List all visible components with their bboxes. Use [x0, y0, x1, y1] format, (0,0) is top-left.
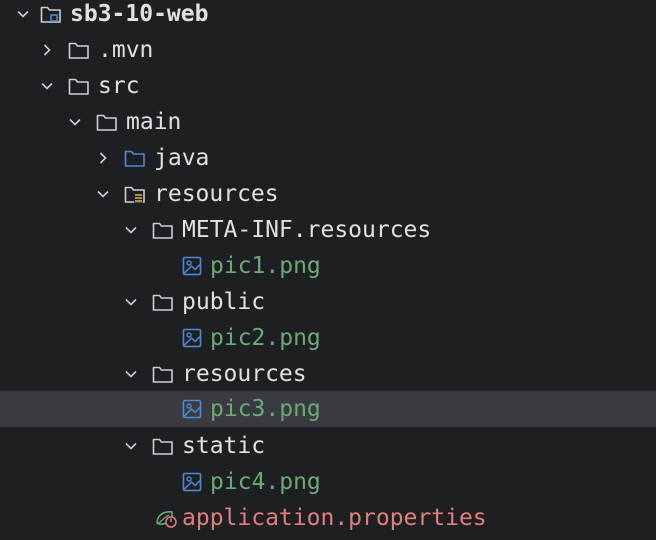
folder-icon — [96, 104, 118, 140]
tree-item-label: pic3.png — [210, 396, 321, 422]
chevron-down-icon[interactable] — [124, 212, 138, 248]
tree-item-pic2[interactable]: pic2.png — [0, 320, 656, 356]
tree-item-label: java — [154, 145, 210, 171]
tree-item-label: pic2.png — [210, 325, 321, 351]
tree-item-label: .mvn — [98, 37, 154, 63]
tree-item-label: src — [98, 73, 140, 99]
folder-icon — [68, 68, 90, 104]
tree-item-pic1[interactable]: pic1.png — [0, 248, 656, 284]
source-folder-icon — [124, 140, 146, 176]
tree-item-pic3[interactable]: pic3.png — [0, 391, 656, 427]
image-file-icon — [182, 391, 202, 427]
folder-icon — [152, 212, 174, 248]
chevron-right-icon[interactable] — [96, 140, 110, 176]
image-file-icon — [182, 464, 202, 500]
tree-item-public[interactable]: public — [0, 284, 656, 320]
tree-item-label: sb3-10-web — [70, 1, 209, 27]
tree-item-sb3-10-web[interactable]: sb3-10-web — [0, 0, 656, 32]
tree-item-label: resources — [182, 361, 307, 387]
chevron-down-icon[interactable] — [16, 0, 30, 32]
tree-item-meta-inf-resources[interactable]: META-INF.resources — [0, 212, 656, 248]
tree-item-label: pic4.png — [210, 469, 321, 495]
tree-item-java[interactable]: java — [0, 140, 656, 176]
chevron-down-icon[interactable] — [96, 176, 110, 212]
spring-properties-icon — [154, 500, 178, 536]
tree-item-label: pic1.png — [210, 253, 321, 279]
chevron-down-icon[interactable] — [68, 104, 82, 140]
tree-item-label: static — [182, 433, 266, 459]
project-tree: sb3-10-web .mvn src main java resources … — [0, 0, 656, 540]
tree-item-label: public — [182, 289, 266, 315]
chevron-right-icon[interactable] — [40, 32, 54, 68]
folder-icon — [152, 284, 174, 320]
module-folder-icon — [40, 0, 62, 32]
chevron-down-icon[interactable] — [124, 356, 138, 392]
chevron-down-icon[interactable] — [40, 68, 54, 104]
folder-icon — [152, 428, 174, 464]
tree-item-main[interactable]: main — [0, 104, 656, 140]
resources-folder-icon — [124, 176, 146, 212]
tree-item-src[interactable]: src — [0, 68, 656, 104]
tree-item-resources-sub[interactable]: resources — [0, 356, 656, 392]
image-file-icon — [182, 320, 202, 356]
tree-item-label: application.properties — [182, 505, 487, 531]
tree-item-application-properties[interactable]: application.properties — [0, 500, 656, 536]
tree-item-label: resources — [154, 181, 279, 207]
chevron-down-icon[interactable] — [124, 284, 138, 320]
image-file-icon — [182, 248, 202, 284]
tree-item-mvn[interactable]: .mvn — [0, 32, 656, 68]
tree-item-static[interactable]: static — [0, 428, 656, 464]
folder-icon — [68, 32, 90, 68]
tree-item-resources[interactable]: resources — [0, 176, 656, 212]
chevron-down-icon[interactable] — [124, 428, 138, 464]
tree-item-label: main — [126, 109, 182, 135]
tree-item-pic4[interactable]: pic4.png — [0, 464, 656, 500]
folder-icon — [152, 356, 174, 392]
tree-item-label: META-INF.resources — [182, 217, 432, 243]
